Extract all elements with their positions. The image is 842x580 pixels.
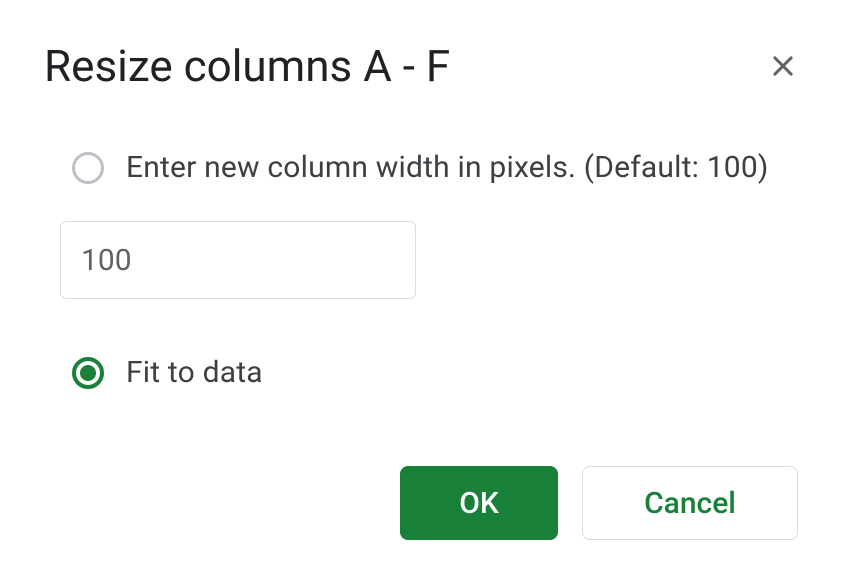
option-enter-width[interactable]: Enter new column width in pixels. (Defau… [44,150,798,185]
column-width-input[interactable] [60,221,416,299]
dialog-header: Resize columns A - F [44,40,798,92]
radio-fit-to-data[interactable] [72,357,104,389]
option-fit-to-data[interactable]: Fit to data [44,355,798,390]
close-button[interactable] [768,51,798,81]
option-enter-width-label: Enter new column width in pixels. (Defau… [126,150,769,185]
cancel-button[interactable]: Cancel [582,466,798,540]
ok-button[interactable]: OK [400,466,558,540]
option-fit-to-data-label: Fit to data [126,355,263,390]
dialog-title: Resize columns A - F [44,40,450,92]
close-icon [769,52,797,80]
resize-columns-dialog: Resize columns A - F Enter new column wi… [0,0,842,580]
width-input-row [44,221,798,299]
radio-enter-width[interactable] [72,152,104,184]
dialog-buttons: OK Cancel [44,466,798,540]
